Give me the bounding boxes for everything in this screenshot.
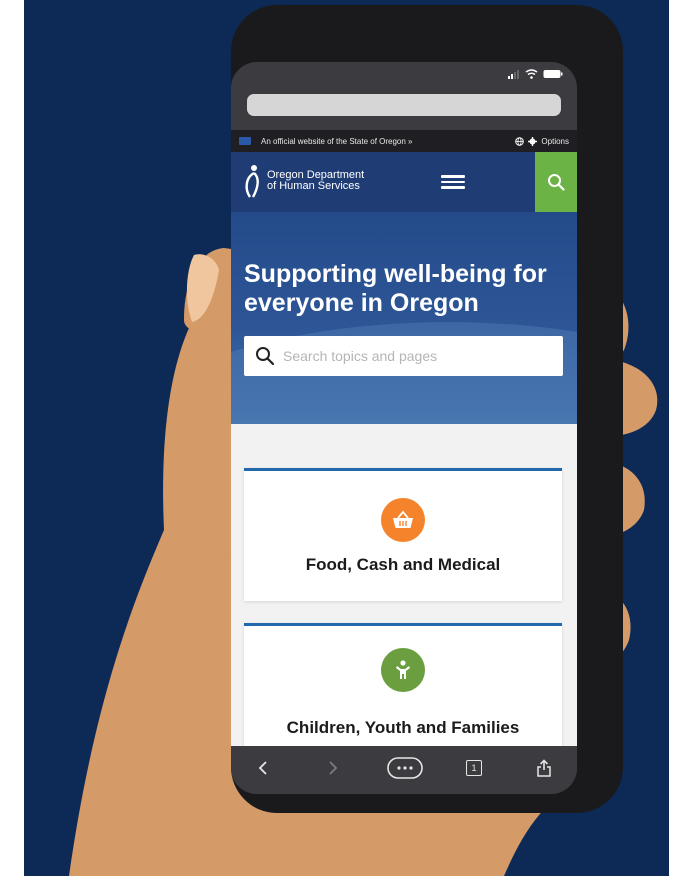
hero-title: Supporting well-being for everyone in Or… bbox=[244, 260, 547, 317]
globe-icon bbox=[515, 136, 525, 146]
search-button[interactable] bbox=[535, 152, 577, 212]
logo-line-2: of Human Services bbox=[267, 180, 360, 192]
site-search-field[interactable] bbox=[244, 336, 563, 376]
search-icon bbox=[548, 174, 565, 191]
basket-icon bbox=[393, 510, 413, 528]
card-title: Children, Youth and Families bbox=[286, 718, 520, 737]
back-icon[interactable] bbox=[253, 756, 273, 780]
official-site-text[interactable]: An official website of the State of Oreg… bbox=[261, 137, 515, 146]
address-bar[interactable] bbox=[247, 94, 561, 116]
battery-icon bbox=[543, 70, 563, 78]
share-icon[interactable] bbox=[533, 756, 555, 780]
official-site-banner[interactable]: An official website of the State of Oreg… bbox=[231, 130, 577, 152]
options-button[interactable]: Options bbox=[515, 136, 569, 146]
card-food-cash-medical[interactable]: Food, Cash and Medical bbox=[244, 468, 562, 601]
wifi-icon bbox=[525, 69, 538, 79]
site-header: Oregon Department of Human Services bbox=[231, 152, 577, 212]
signal-icon bbox=[508, 70, 519, 79]
card-title: Food, Cash and Medical bbox=[305, 555, 501, 574]
tabs-icon[interactable]: 1 bbox=[463, 756, 485, 780]
browser-bottom-bar: 1 bbox=[231, 746, 577, 794]
search-icon bbox=[256, 347, 275, 366]
card-children-youth-families[interactable]: Children, Youth and Families bbox=[244, 623, 562, 746]
odhs-logo[interactable]: Oregon Department of Human Services bbox=[241, 164, 364, 198]
search-input[interactable] bbox=[281, 347, 545, 365]
hamburger-menu-icon[interactable] bbox=[441, 172, 465, 192]
options-label: Options bbox=[541, 136, 569, 146]
hero-wave-decoration bbox=[231, 322, 577, 424]
card-icon-circle bbox=[381, 498, 425, 542]
forward-icon[interactable] bbox=[323, 756, 343, 780]
tab-count: 1 bbox=[466, 760, 482, 776]
hero-banner: Supporting well-being for everyone in Or… bbox=[231, 212, 577, 424]
more-icon[interactable] bbox=[385, 756, 425, 780]
status-bar bbox=[231, 62, 577, 86]
webpage: An official website of the State of Oreg… bbox=[231, 130, 577, 746]
phone-screen: An official website of the State of Oreg… bbox=[231, 62, 577, 794]
gear-icon bbox=[528, 136, 538, 146]
child-icon bbox=[396, 660, 410, 679]
odhs-figure-icon bbox=[245, 165, 259, 198]
oregon-flag-icon bbox=[239, 137, 251, 145]
card-icon-circle bbox=[381, 648, 425, 692]
